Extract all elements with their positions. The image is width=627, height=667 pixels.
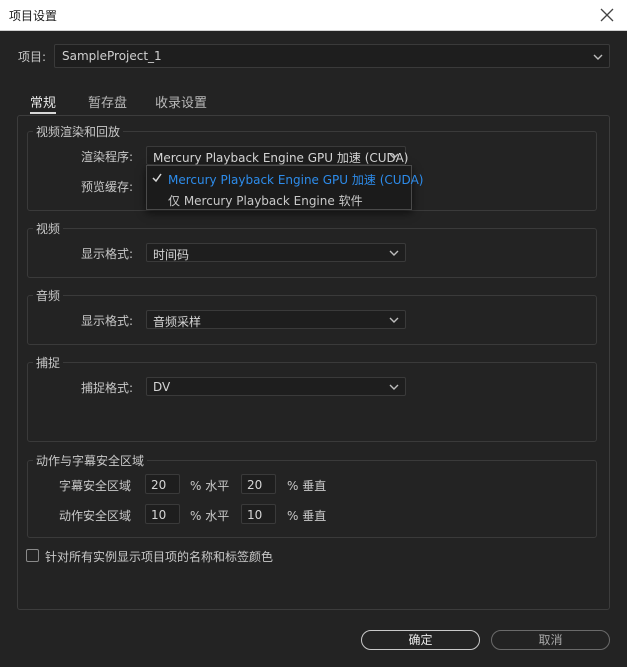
capture-format-label: 捕捉格式:	[81, 381, 134, 395]
tab-scratch-disks[interactable]: 暂存盘	[88, 92, 127, 111]
action-safe-v-value: 10	[247, 508, 263, 522]
title-safe-v-input[interactable]: 20	[241, 474, 276, 494]
chevron-down-icon	[388, 316, 400, 324]
renderer-label: 渲染程序:	[81, 150, 134, 164]
renderer-options-popup: Mercury Playback Engine GPU 加速 (CUDA) 仅 …	[146, 165, 423, 210]
chevron-down-icon	[388, 249, 400, 257]
audio-format-value: 音频采样	[153, 315, 202, 329]
renderer-dropdown[interactable]: Mercury Playback Engine GPU 加速 (CUDA)	[146, 146, 409, 165]
title-safe-h-unit: % 水平	[190, 479, 230, 493]
action-safe-label: 动作安全区域	[59, 509, 132, 523]
renderer-option-software-label: 仅 Mercury Playback Engine 软件	[168, 194, 363, 208]
group-safe-margins	[27, 460, 597, 538]
action-safe-h-unit: % 水平	[190, 509, 230, 523]
title-safe-v-unit: % 垂直	[287, 479, 327, 493]
action-safe-h-input[interactable]: 10	[145, 504, 180, 524]
renderer-option-software[interactable]: 仅 Mercury Playback Engine 软件	[147, 189, 411, 209]
project-select[interactable]: SampleProject_1	[54, 44, 610, 68]
project-value: SampleProject_1	[62, 49, 162, 63]
tab-ingest-settings[interactable]: 收录设置	[155, 92, 207, 111]
checkmark-icon	[152, 172, 162, 183]
action-safe-h-value: 10	[151, 508, 167, 522]
show-names-checkbox[interactable]	[26, 549, 39, 562]
chevron-down-icon	[388, 383, 400, 391]
project-label: 项目:	[18, 50, 47, 64]
title-safe-h-value: 20	[151, 478, 167, 492]
group-video-render-title: 视频渲染和回放	[33, 123, 124, 140]
capture-format-value: DV	[153, 380, 171, 394]
capture-format-dropdown[interactable]: DV	[146, 377, 406, 396]
renderer-option-gpu[interactable]: Mercury Playback Engine GPU 加速 (CUDA)	[147, 168, 423, 188]
tab-general[interactable]: 常规	[30, 92, 57, 114]
audio-format-dropdown[interactable]: 音频采样	[146, 310, 406, 329]
group-capture	[27, 362, 597, 442]
video-format-dropdown[interactable]: 时间码	[146, 243, 406, 262]
group-video-title: 视频	[33, 220, 64, 237]
action-safe-v-unit: % 垂直	[287, 509, 327, 523]
close-icon[interactable]	[595, 3, 619, 27]
preview-cache-label: 预览缓存:	[81, 180, 134, 194]
chevron-down-icon	[592, 53, 604, 61]
chevron-down-icon	[388, 152, 400, 160]
title-bar: 项目设置	[0, 0, 627, 31]
group-safe-margins-title: 动作与字幕安全区域	[33, 452, 148, 469]
audio-format-label: 显示格式:	[81, 314, 134, 328]
project-row: 项目: SampleProject_1	[18, 44, 610, 68]
group-capture-title: 捕捉	[33, 354, 64, 371]
renderer-value: Mercury Playback Engine GPU 加速 (CUDA)	[153, 151, 409, 165]
renderer-option-gpu-label: Mercury Playback Engine GPU 加速 (CUDA)	[168, 173, 424, 187]
title-safe-h-input[interactable]: 20	[145, 474, 180, 494]
action-safe-v-input[interactable]: 10	[241, 504, 276, 524]
window-title: 项目设置	[9, 9, 58, 23]
title-safe-v-value: 20	[247, 478, 263, 492]
cancel-button[interactable]: 取消	[491, 630, 610, 650]
video-format-value: 时间码	[153, 248, 190, 262]
video-format-label: 显示格式:	[81, 247, 134, 261]
ok-button[interactable]: 确定	[361, 630, 480, 650]
show-names-label: 针对所有实例显示项目项的名称和标签颜色	[45, 550, 274, 564]
title-safe-label: 字幕安全区域	[59, 479, 132, 493]
group-audio-title: 音频	[33, 287, 64, 304]
